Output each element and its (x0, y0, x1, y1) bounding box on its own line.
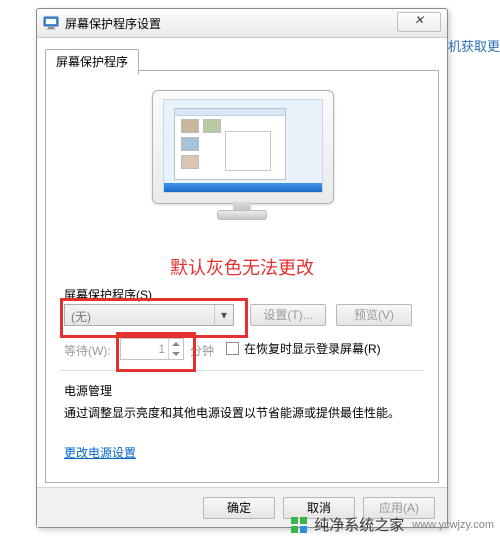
watermark-logo-icon (290, 516, 308, 534)
tab-panel: 默认灰色无法更改 屏幕保护程序(S) (无) ▾ 设置(T)... 预览(V) … (45, 70, 439, 483)
change-power-settings-link[interactable]: 更改电源设置 (64, 444, 136, 461)
preview-button[interactable]: 预览(V) (336, 304, 412, 326)
screensaver-icon (43, 15, 59, 31)
resume-logon-checkbox[interactable]: 在恢复时显示登录屏幕(R) (226, 340, 381, 357)
close-button[interactable]: ✕ (397, 12, 441, 32)
wait-unit-label: 分钟 (190, 342, 214, 359)
wait-label: 等待(W): (64, 342, 111, 359)
dialog-client-area: 屏幕保护程序 (45, 47, 439, 483)
separator (60, 370, 424, 371)
watermark: 纯净系统之家 www.ycwjzy.com (290, 514, 494, 535)
annotation-text: 默认灰色无法更改 (46, 254, 438, 280)
watermark-url: www.ycwjzy.com (412, 519, 494, 531)
chevron-down-icon: ▾ (214, 305, 233, 325)
spinner-buttons-icon[interactable] (168, 339, 183, 359)
power-management-heading: 电源管理 (64, 382, 112, 399)
wait-minutes-value: 1 (158, 342, 165, 356)
preview-monitor (46, 90, 438, 223)
background-partial-text: 机获取更 (448, 36, 500, 55)
ok-button[interactable]: 确定 (203, 497, 275, 519)
screensaver-combobox-value: (无) (71, 308, 91, 325)
checkbox-icon (226, 342, 239, 355)
tab-screensaver[interactable]: 屏幕保护程序 (45, 49, 139, 75)
screensaver-settings-dialog: 屏幕保护程序设置 ✕ 屏幕保护程序 (36, 8, 448, 528)
power-management-description: 通过调整显示亮度和其他电源设置以节省能源或提供最佳性能。 (64, 404, 420, 422)
screensaver-combobox[interactable]: (无) ▾ (64, 304, 234, 326)
titlebar[interactable]: 屏幕保护程序设置 ✕ (37, 9, 447, 38)
wait-minutes-spinner[interactable]: 1 (120, 338, 184, 360)
tab-strip: 屏幕保护程序 (45, 47, 439, 71)
resume-logon-label: 在恢复时显示登录屏幕(R) (244, 340, 381, 357)
dialog-title: 屏幕保护程序设置 (65, 15, 161, 32)
screensaver-section-label: 屏幕保护程序(S) (64, 286, 152, 303)
settings-button[interactable]: 设置(T)... (250, 304, 326, 326)
watermark-name: 纯净系统之家 (314, 514, 404, 535)
